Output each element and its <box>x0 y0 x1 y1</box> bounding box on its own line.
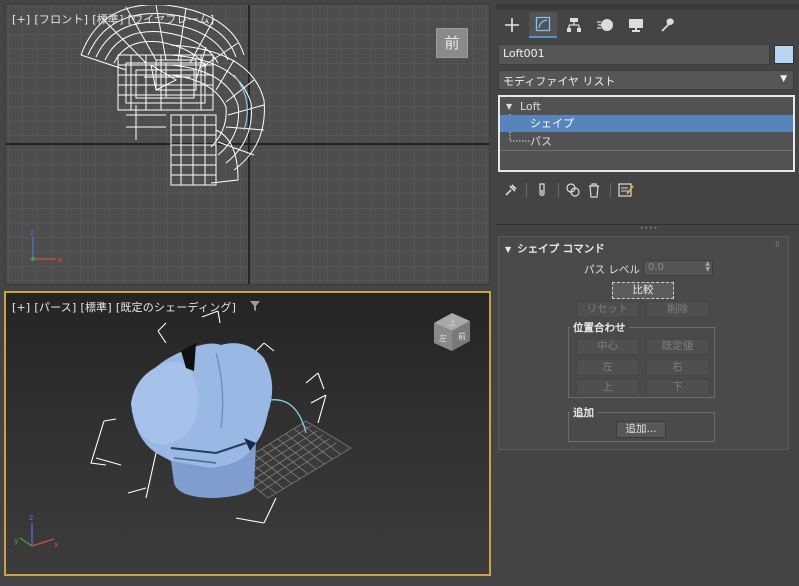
expand-triangle-icon: ▼ <box>506 102 513 111</box>
tab-modify[interactable] <box>529 12 557 38</box>
rollout-title: シェイプ コマンド <box>517 243 605 255</box>
motion-icon <box>597 19 613 31</box>
persp-axis-gizmo <box>19 523 55 547</box>
vp-menu-shading[interactable]: [ワイヤフレーム] <box>128 13 215 26</box>
delete-button[interactable]: 削除 <box>646 301 709 318</box>
modifier-list-label: モディファイヤ リスト <box>503 75 616 88</box>
loft-object <box>131 343 273 498</box>
vp-menu-view[interactable]: [パース] <box>34 301 76 314</box>
align-left-button[interactable]: 左 <box>576 359 639 376</box>
object-color-swatch[interactable] <box>774 45 794 64</box>
path-level-spinner[interactable]: 0.0 ▲ ▼ <box>643 260 713 276</box>
stack-item-label: パス <box>530 135 552 148</box>
front-viewcube[interactable]: 前 <box>436 28 468 58</box>
command-panel: Loft001 モディファイヤ リスト ▼ ▼ Loft シェイプ パス •••… <box>496 4 799 586</box>
put-group-title: 追加 <box>570 405 597 420</box>
compare-button[interactable]: 比較 <box>612 282 674 299</box>
align-group-title: 位置合わせ <box>570 320 629 335</box>
modifier-list-dropdown[interactable]: モディファイヤ リスト ▼ <box>498 70 794 90</box>
hierarchy-icon <box>567 18 581 32</box>
vp-menu-standard[interactable]: [標準] <box>80 301 111 314</box>
pin-stack-button[interactable] <box>502 181 520 199</box>
viewcube-front-face-persp: 前 <box>458 331 466 341</box>
show-result-icon <box>539 183 545 197</box>
rollout-header[interactable]: ▼ シェイプ コマンド <box>505 241 605 256</box>
command-panel-tabs <box>496 10 799 40</box>
filter-icon[interactable] <box>250 301 260 311</box>
configure-icon <box>618 183 634 197</box>
put-button[interactable]: 追加... <box>616 421 666 438</box>
plus-icon <box>505 18 519 32</box>
rollout-collapse-icon: ▼ <box>505 245 512 254</box>
stack-item-path[interactable]: パス <box>500 133 793 150</box>
persp-viewport-label[interactable]: [+] [パース] [標準] [既定のシェーディング] <box>12 299 240 315</box>
modifier-stack[interactable]: ▼ Loft シェイプ パス <box>498 95 795 172</box>
front-axis-z: z <box>30 228 34 237</box>
vp-menu-plus[interactable]: [+] <box>12 301 30 314</box>
stack-item-loft[interactable]: ▼ Loft <box>500 98 793 115</box>
vp-menu-plus[interactable]: [+] <box>12 13 30 26</box>
perspective-scene-canvas: z x y 上 左 前 <box>14 310 470 549</box>
vp-menu-shading[interactable]: [既定のシェーディング] <box>116 301 236 314</box>
wrench-icon <box>661 18 674 32</box>
vp-menu-view[interactable]: [フロント] <box>34 13 88 26</box>
configure-sets-button[interactable] <box>617 181 635 199</box>
stack-item-label: シェイプ <box>530 117 574 130</box>
shape-commands-rollout: ▼ シェイプ コマンド ⠿ パス レベル : 0.0 ▲ ▼ 比較 リセット 削除 … <box>498 236 789 450</box>
tab-utilities[interactable] <box>653 12 681 38</box>
align-bottom-button[interactable]: 下 <box>646 379 709 396</box>
rollout-grip: ⠿ <box>774 241 780 249</box>
show-end-result-button[interactable] <box>533 181 551 199</box>
persp-axis-z: z <box>29 513 33 522</box>
tab-motion[interactable] <box>591 12 619 38</box>
viewcube-top-face: 上 <box>449 318 456 327</box>
tab-display[interactable] <box>622 12 650 38</box>
front-axis-x: x <box>58 255 63 264</box>
spinner-arrows-icon: ▲ ▼ <box>705 260 710 273</box>
vp-menu-standard[interactable]: [標準] <box>92 13 123 26</box>
remove-modifier-button[interactable] <box>585 181 603 199</box>
path-level-value: 0.0 <box>648 262 664 273</box>
stack-item-shape[interactable]: シェイプ <box>500 115 793 132</box>
make-unique-button[interactable] <box>564 181 582 199</box>
pin-icon <box>505 184 517 196</box>
chevron-down-icon: ▼ <box>780 74 787 84</box>
persp-axis-x: x <box>54 540 59 549</box>
tab-hierarchy[interactable] <box>560 12 588 38</box>
trash-icon <box>589 183 599 198</box>
modify-icon <box>535 16 551 32</box>
align-right-button[interactable]: 右 <box>646 359 709 376</box>
reset-button[interactable]: リセット <box>576 301 639 318</box>
viewcube-front-face: 前 <box>444 34 460 52</box>
front-wireframe-canvas: z x <box>6 5 489 284</box>
viewcube-left-face: 左 <box>439 333 447 343</box>
align-top-button[interactable]: 上 <box>576 379 639 396</box>
stack-toolbar <box>500 179 794 201</box>
align-default-button[interactable]: 既定値 <box>646 338 709 355</box>
stack-item-label: Loft <box>520 100 541 113</box>
make-unique-icon <box>566 183 580 197</box>
divider-grip: •••• <box>640 225 659 232</box>
display-icon <box>629 19 643 32</box>
front-viewport-label[interactable]: [+] [フロント] [標準] [ワイヤフレーム] <box>12 11 218 27</box>
object-name-field[interactable]: Loft001 <box>498 44 770 65</box>
front-viewport[interactable]: z x [+] [フロント] [標準] [ワイヤフレーム] 前 <box>5 4 490 285</box>
path-level-label: パス レベル : <box>584 264 647 276</box>
perspective-viewport[interactable]: z x y 上 左 前 [+] [パース] [標準] [既定のシェーディング] <box>4 291 491 576</box>
stack-separator <box>500 150 793 151</box>
persp-axis-y: y <box>14 536 19 545</box>
tab-create[interactable] <box>498 12 526 38</box>
align-center-button[interactable]: 中心 <box>576 338 639 355</box>
